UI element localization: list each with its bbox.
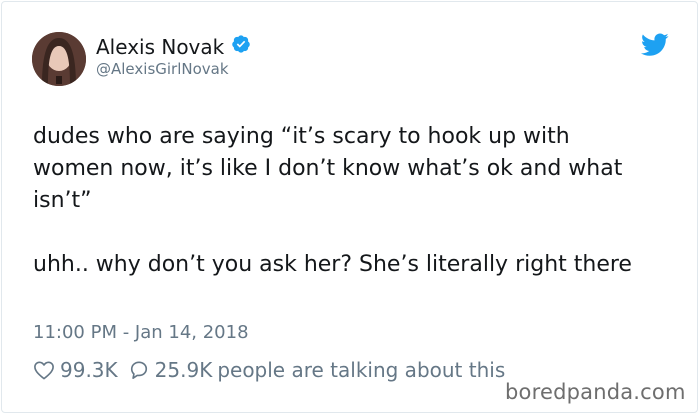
boredpanda-watermark: boredpanda.com (505, 380, 686, 404)
tweet-stats: 99.3K 25.9K people are talking about thi… (33, 358, 515, 382)
like-stat[interactable]: 99.3K (33, 358, 118, 382)
author-name-row[interactable]: Alexis Novak (96, 34, 251, 59)
avatar[interactable] (32, 32, 86, 86)
talking-label: people are talking about this (217, 358, 506, 382)
verified-badge-icon (231, 34, 251, 59)
tweet-paragraph: dudes who are saying “it’s scary to hook… (33, 124, 623, 213)
reply-stat[interactable]: 25.9K people are talking about this (128, 358, 506, 382)
author-handle[interactable]: @AlexisGirlNovak (96, 60, 229, 78)
like-count: 99.3K (60, 358, 118, 382)
tweet-timestamp[interactable]: 11:00 PM - Jan 14, 2018 (33, 322, 249, 343)
reply-count: 25.9K (154, 358, 213, 382)
twitter-bird-icon[interactable] (640, 33, 669, 61)
heart-icon (34, 361, 54, 380)
tweet-text: dudes who are saying “it’s scary to hook… (33, 121, 653, 281)
tweet-paragraph: uhh.. why don’t you ask her? She’s liter… (33, 252, 632, 277)
speech-bubble-icon (130, 361, 147, 379)
author-name[interactable]: Alexis Novak (96, 35, 224, 59)
